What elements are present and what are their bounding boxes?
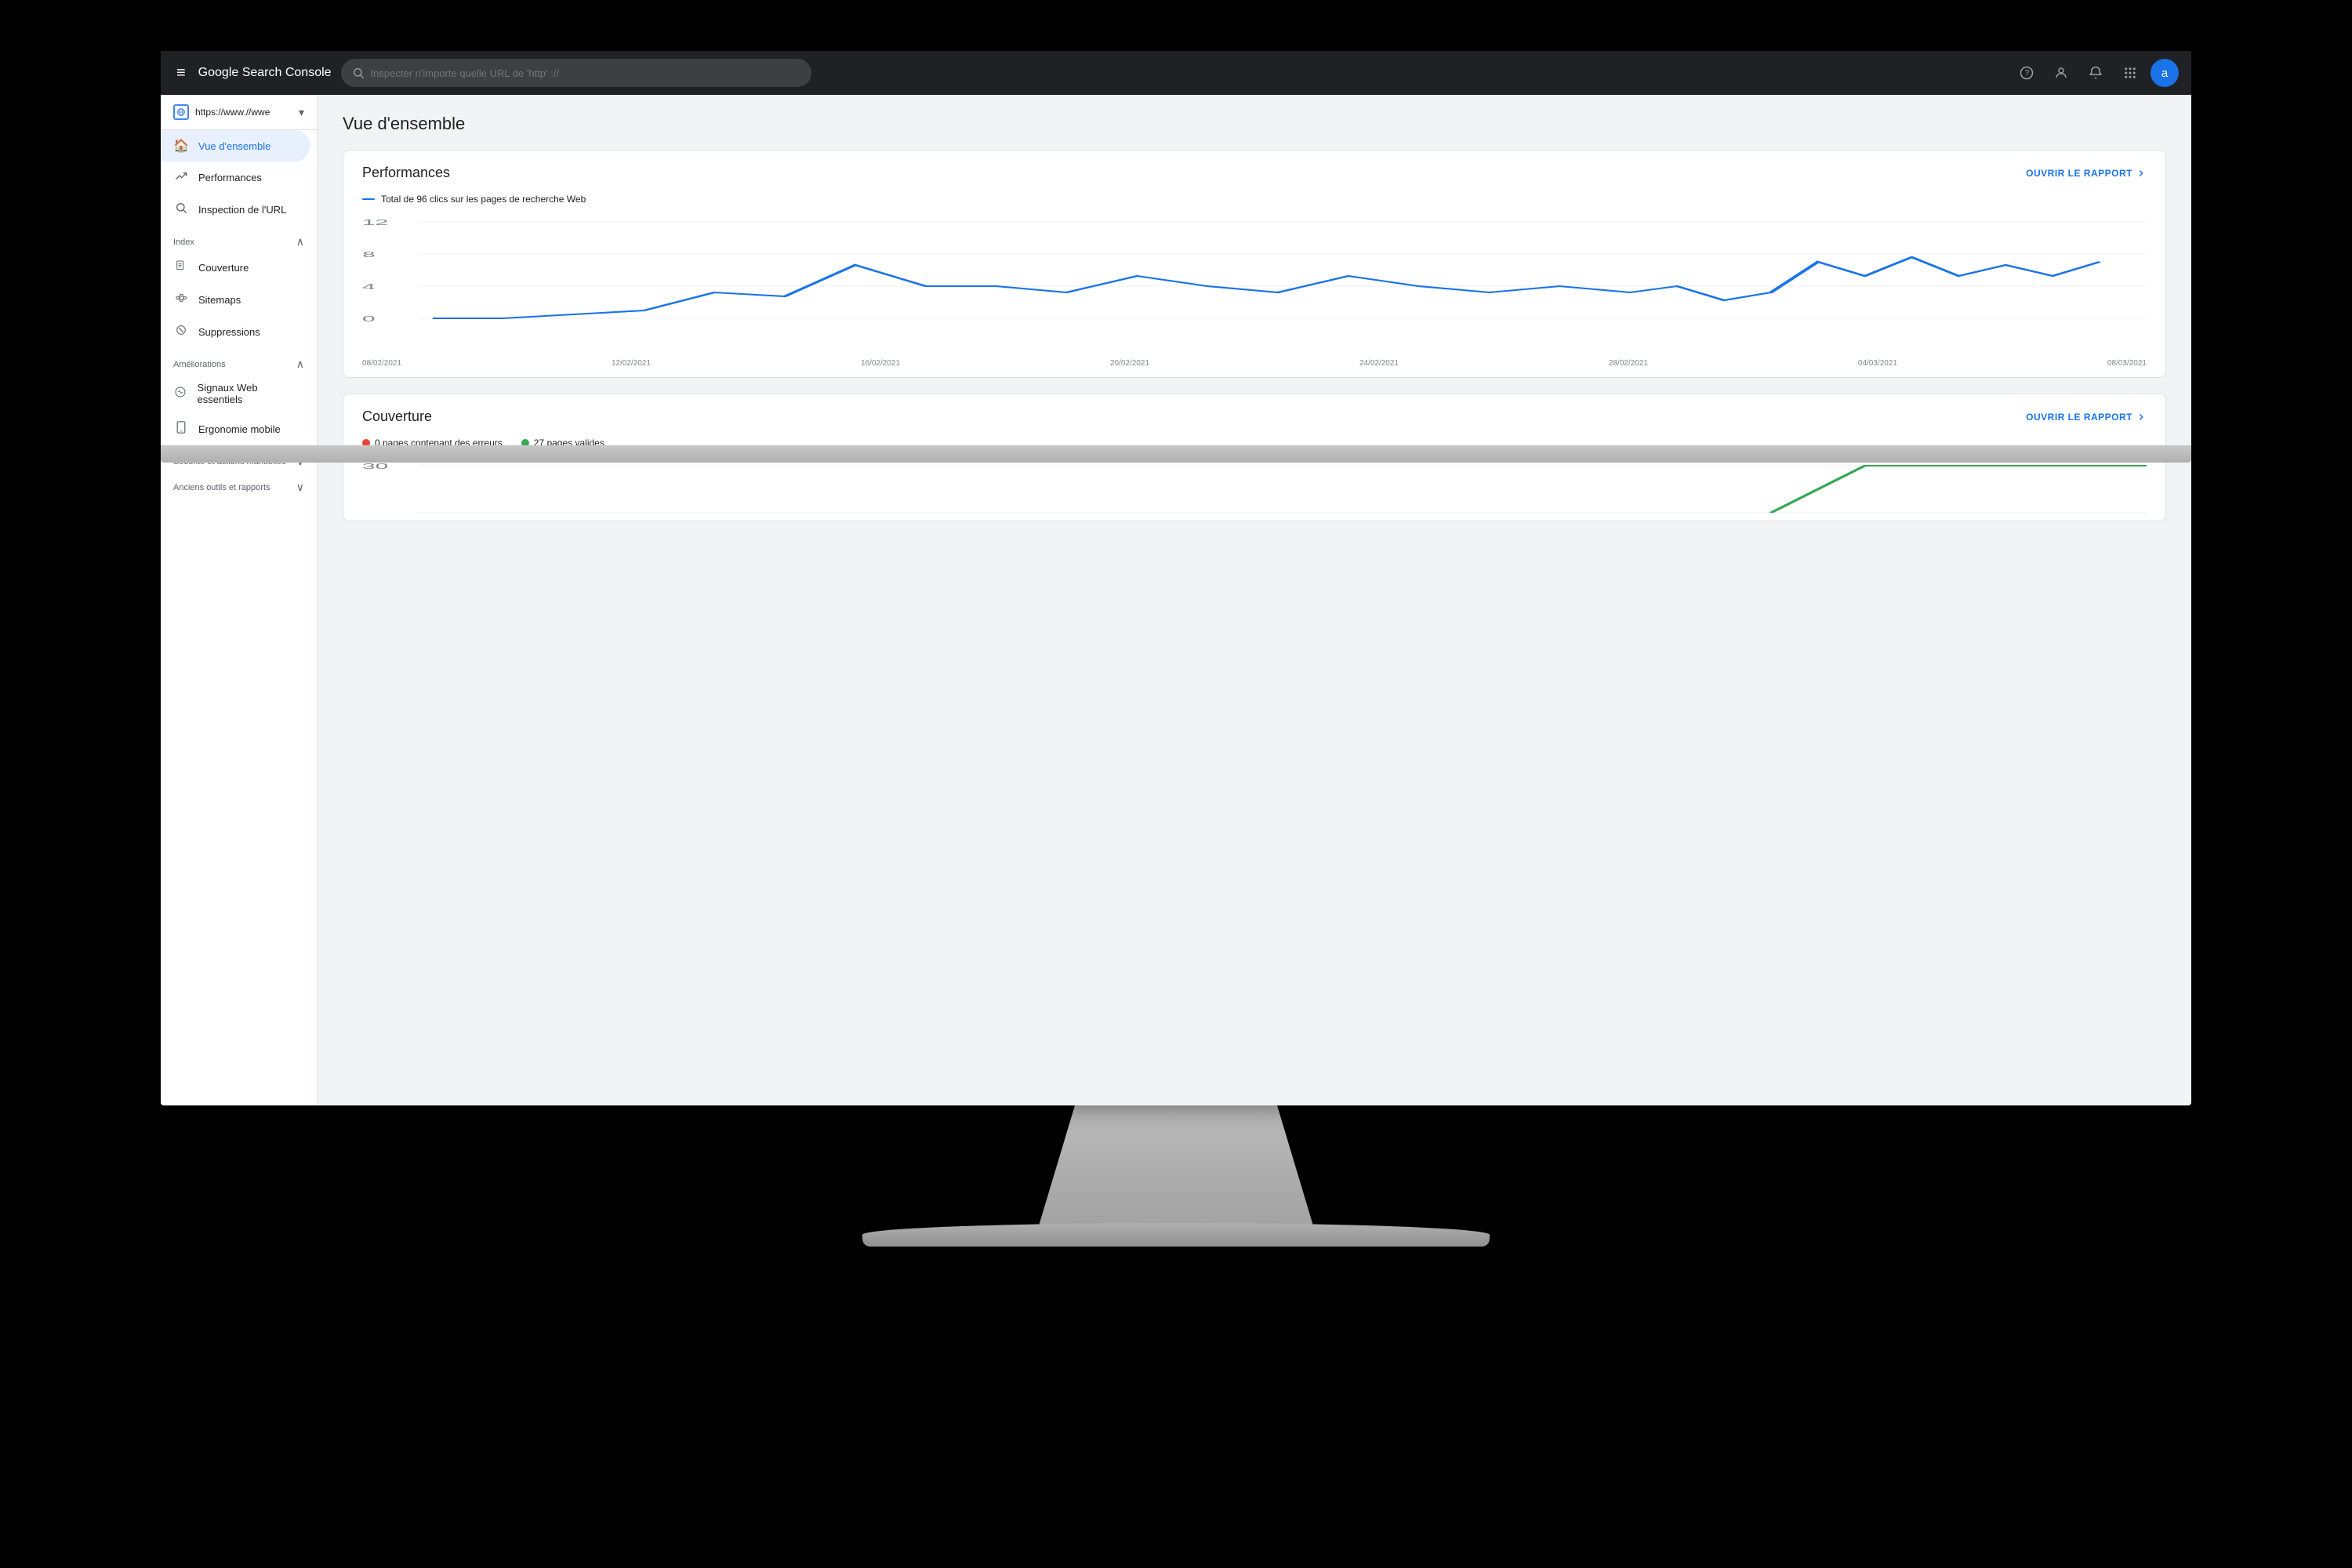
performances-card: Performances OUVRIR LE RAPPORT Total de … <box>343 150 2166 378</box>
account-button[interactable] <box>2047 59 2075 87</box>
index-chevron-icon: ∧ <box>296 235 304 249</box>
sidebar-item-overview-label: Vue d'ensemble <box>198 140 270 152</box>
sidebar-item-url-inspection-label: Inspection de l'URL <box>198 204 286 216</box>
search-icon <box>352 67 365 79</box>
sidebar-item-core-web-vitals[interactable]: Signaux Web essentiels <box>161 374 310 413</box>
performances-legend: Total de 96 clics sur les pages de reche… <box>343 191 2165 214</box>
sidebar-item-sitemaps-label: Sitemaps <box>198 294 241 306</box>
browser-window: ≡ Google Search Console ? <box>161 51 2191 1105</box>
svg-text:0: 0 <box>362 314 376 323</box>
sidebar-item-suppressions[interactable]: Suppressions <box>161 316 310 348</box>
property-icon <box>173 104 189 120</box>
notifications-button[interactable] <box>2082 59 2110 87</box>
sidebar-item-couverture-label: Couverture <box>198 262 249 274</box>
help-button[interactable]: ? <box>2013 59 2041 87</box>
property-dropdown-arrow: ▾ <box>299 106 304 119</box>
svg-text:?: ? <box>2025 69 2030 78</box>
sidebar-item-mobile-usability[interactable]: Ergonomie mobile <box>161 413 310 445</box>
svg-text:12: 12 <box>362 218 388 227</box>
sitemaps-icon <box>173 292 189 308</box>
monitor-bottom-bezel <box>161 445 2191 463</box>
svg-text:8: 8 <box>362 250 376 259</box>
main-layout: https://www.//wwe ▾ 🏠 Vue d'ensemble <box>161 95 2191 1105</box>
search-bar[interactable] <box>341 59 811 87</box>
svg-text:4: 4 <box>362 282 376 291</box>
user-avatar[interactable]: a <box>2151 59 2179 87</box>
sidebar-item-overview[interactable]: 🏠 Vue d'ensemble <box>161 130 310 162</box>
imac-stand <box>1019 1082 1333 1239</box>
anciens-section-label: Anciens outils et rapports <box>173 483 270 492</box>
index-section-header[interactable]: Index ∧ <box>161 226 317 252</box>
performances-open-report-button[interactable]: OUVRIR LE RAPPORT <box>2026 168 2147 179</box>
performances-chart: 12 8 4 0 <box>343 214 2165 356</box>
legend-blue-dot <box>362 198 375 200</box>
index-section-label: Index <box>173 238 194 247</box>
couverture-card-header: Couverture OUVRIR LE RAPPORT <box>343 394 2165 434</box>
help-icon: ? <box>2020 66 2034 80</box>
sidebar-item-core-web-vitals-label: Signaux Web essentiels <box>198 382 298 405</box>
property-url: https://www.//wwe <box>195 107 292 118</box>
sidebar-item-suppressions-label: Suppressions <box>198 326 260 338</box>
home-icon: 🏠 <box>173 138 189 154</box>
sidebar-item-performances[interactable]: Performances <box>161 162 310 194</box>
sidebar-item-performances-label: Performances <box>198 172 262 183</box>
chevron-right-icon <box>2136 168 2147 179</box>
content-area: Vue d'ensemble Performances OUVRIR LE RA… <box>318 95 2191 1105</box>
hamburger-icon[interactable]: ≡ <box>173 61 189 85</box>
sidebar-item-url-inspection[interactable]: Inspection de l'URL <box>161 194 310 226</box>
anciens-chevron-icon: ∨ <box>296 481 304 494</box>
globe-icon <box>176 107 186 117</box>
app-title: Google Search Console <box>198 66 332 80</box>
sidebar-item-sitemaps[interactable]: Sitemaps <box>161 284 310 316</box>
search-input[interactable] <box>371 67 800 79</box>
search-nav-icon <box>173 201 189 218</box>
couverture-chart: 30 <box>343 458 2165 521</box>
topbar-icons: ? <box>2013 59 2179 87</box>
apps-button[interactable] <box>2116 59 2144 87</box>
logo-area: Google Search Console <box>198 66 332 80</box>
performances-card-header: Performances OUVRIR LE RAPPORT <box>343 151 2165 191</box>
sidebar: https://www.//wwe ▾ 🏠 Vue d'ensemble <box>161 95 318 1105</box>
property-selector[interactable]: https://www.//wwe ▾ <box>161 95 317 130</box>
performances-legend-text: Total de 96 clics sur les pages de reche… <box>381 194 586 205</box>
suppressions-icon <box>173 324 189 340</box>
performances-x-labels: 08/02/2021 12/02/2021 16/02/2021 20/02/2… <box>343 356 2165 377</box>
couverture-chevron-right-icon <box>2136 412 2147 423</box>
ameliorations-section-header[interactable]: Améliorations ∧ <box>161 348 317 374</box>
trending-icon <box>173 169 189 186</box>
couverture-chart-svg: 30 <box>362 458 2147 521</box>
imac-base <box>862 1223 1490 1247</box>
core-web-vitals-icon <box>173 386 188 402</box>
ameliorations-chevron-icon: ∧ <box>296 358 304 371</box>
anciens-section-header[interactable]: Anciens outils et rapports ∨ <box>161 471 317 497</box>
apps-icon <box>2123 66 2137 80</box>
mobile-icon <box>173 421 189 437</box>
ameliorations-section-label: Améliorations <box>173 360 226 369</box>
performances-chart-svg: 12 8 4 0 <box>362 214 2147 339</box>
topbar: ≡ Google Search Console ? <box>161 51 2191 95</box>
performances-card-title: Performances <box>362 165 450 181</box>
svg-text:30: 30 <box>362 462 388 470</box>
sidebar-item-mobile-usability-label: Ergonomie mobile <box>198 423 281 435</box>
account-icon <box>2054 66 2068 80</box>
page-title: Vue d'ensemble <box>343 114 2166 134</box>
couverture-open-report-button[interactable]: OUVRIR LE RAPPORT <box>2026 412 2147 423</box>
couverture-icon <box>173 260 189 276</box>
couverture-card-title: Couverture <box>362 408 432 425</box>
sidebar-item-couverture[interactable]: Couverture <box>161 252 310 284</box>
bell-icon <box>2089 66 2103 80</box>
